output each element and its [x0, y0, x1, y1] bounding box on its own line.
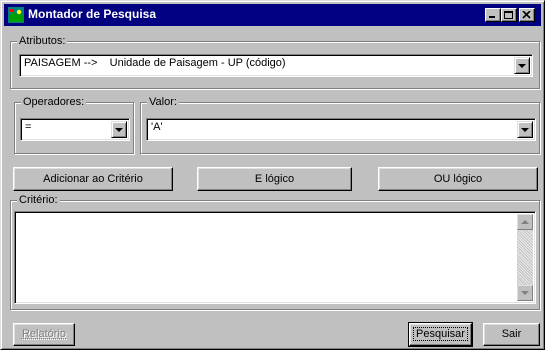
atributos-group: Atributos: PAISAGEM --> Unidade de Paisa…: [10, 34, 540, 89]
criterio-textarea[interactable]: [14, 211, 536, 304]
atributos-label: Atributos:: [17, 34, 68, 48]
operadores-label: Operadores:: [21, 95, 87, 109]
add-to-criteria-button[interactable]: Adicionar ao Critério: [13, 167, 173, 191]
report-button[interactable]: Relatório: [13, 323, 75, 346]
criterio-group: Critério:: [10, 193, 540, 310]
valor-label: Valor:: [147, 95, 179, 109]
criterio-label: Critério:: [17, 193, 60, 207]
close-icon[interactable]: [519, 8, 535, 22]
scroll-up-icon[interactable]: [517, 214, 533, 230]
logical-or-button[interactable]: OU lógico: [378, 167, 538, 191]
atributos-value: PAISAGEM --> Unidade de Paisagem - UP (c…: [24, 57, 286, 69]
minimize-icon[interactable]: [485, 8, 501, 22]
atributos-select[interactable]: PAISAGEM --> Unidade de Paisagem - UP (c…: [19, 54, 533, 77]
chevron-down-icon[interactable]: [514, 57, 530, 74]
valor-select[interactable]: 'A': [146, 118, 536, 141]
report-button-label: Relatório: [21, 328, 67, 340]
valor-group: Valor: 'A': [140, 95, 540, 154]
valor-value: 'A': [151, 121, 163, 133]
map-search-icon: [8, 7, 24, 23]
chevron-down-icon[interactable]: [517, 121, 533, 138]
search-builder-window: Montador de Pesquisa Atributos: PAISAGEM…: [0, 0, 545, 350]
exit-button[interactable]: Sair: [483, 323, 540, 346]
operadores-value: =: [25, 121, 32, 133]
chevron-down-icon[interactable]: [111, 121, 127, 138]
search-button-label: Pesquisar: [413, 327, 468, 341]
logical-and-button[interactable]: E lógico: [197, 167, 352, 191]
operadores-select[interactable]: =: [20, 118, 130, 141]
title-bar[interactable]: Montador de Pesquisa: [4, 4, 541, 26]
criterio-scrollbar[interactable]: [517, 214, 533, 301]
window-title: Montador de Pesquisa: [28, 7, 157, 21]
search-button[interactable]: Pesquisar: [408, 322, 473, 347]
maximize-icon[interactable]: [501, 8, 517, 22]
scroll-down-icon[interactable]: [517, 285, 533, 301]
operadores-group: Operadores: =: [14, 95, 134, 154]
